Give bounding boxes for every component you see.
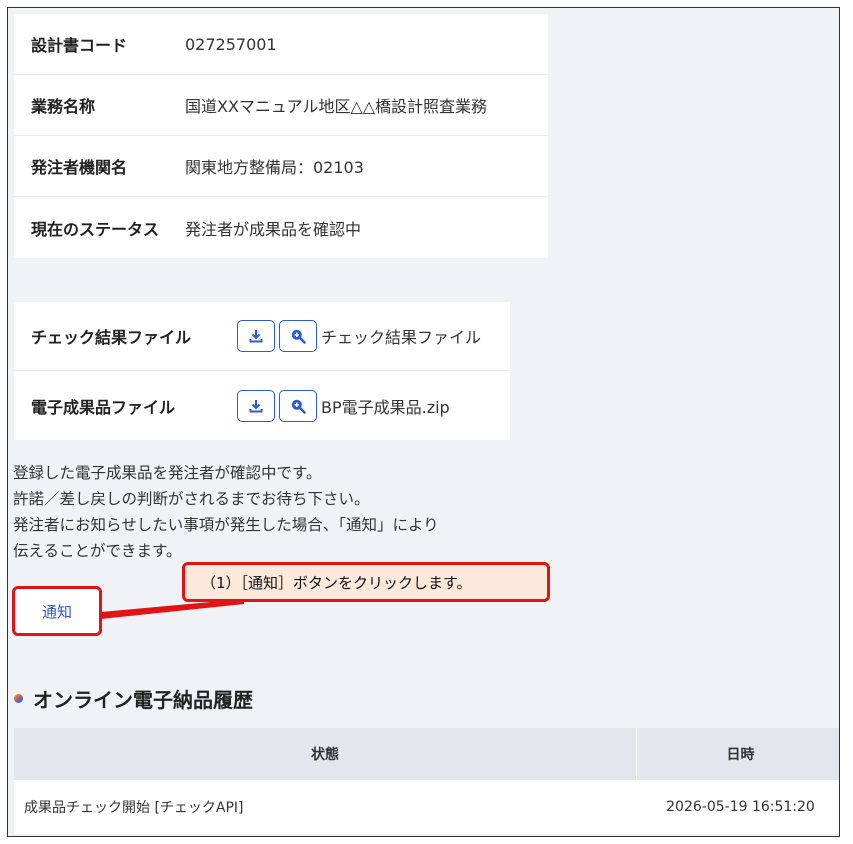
instruction-callout: （1）［通知］ボタンをクリックします。 xyxy=(182,562,550,602)
info-row-business-name: 業務名称 国道XXマニュアル地区△△橋設計照査業務 xyxy=(14,75,548,136)
page-frame: 設計書コード 027257001 業務名称 国道XXマニュアル地区△△橋設計照査… xyxy=(7,7,840,837)
info-value: 027257001 xyxy=(185,34,277,54)
info-label: 発注者機関名 xyxy=(31,158,128,177)
message-line: 許諾／差し戻しの判断がされるまでお待ち下さい。 xyxy=(13,490,370,508)
file-row-deliverable: 電子成果品ファイル BP電子成果品.zip xyxy=(14,371,510,440)
download-icon xyxy=(249,399,263,412)
message-line: 発注者にお知らせしたい事項が発生した場合、「通知」により xyxy=(13,516,439,534)
download-icon xyxy=(249,330,263,343)
info-row-orderer: 発注者機関名 関東地方整備局：02103 xyxy=(14,136,548,197)
download-button[interactable] xyxy=(237,320,275,352)
info-label: 設計書コード xyxy=(31,36,128,55)
history-header: 状態 日時 xyxy=(14,728,839,780)
file-row-check-result: チェック結果ファイル チェック結果ファイル xyxy=(14,302,510,371)
preview-button[interactable] xyxy=(279,320,317,352)
file-name: チェック結果ファイル xyxy=(321,328,482,347)
zoom-in-icon xyxy=(291,329,306,344)
info-label: 業務名称 xyxy=(31,97,96,116)
file-label: 電子成果品ファイル xyxy=(31,397,176,417)
info-table: 設計書コード 027257001 業務名称 国道XXマニュアル地区△△橋設計照査… xyxy=(14,14,548,258)
history-status-cell: 成果品チェック開始 [チェックAPI] xyxy=(24,800,244,816)
column-header-status: 状態 xyxy=(14,728,637,780)
info-label: 現在のステータス xyxy=(31,219,160,239)
notify-button[interactable]: 通知 xyxy=(12,586,102,636)
column-header-date: 日時 xyxy=(726,747,755,763)
message-line: 伝えることができます。 xyxy=(13,542,182,560)
info-row-status: 現在のステータス 発注者が成果品を確認中 xyxy=(14,197,548,258)
history-table: 状態 日時 成果品チェック開始 [チェックAPI] 2026-05-19 16:… xyxy=(14,728,839,834)
history-title: オンライン電子納品履歴 xyxy=(33,688,253,712)
zoom-in-icon xyxy=(291,399,306,414)
table-row: 成果品チェック開始 [チェックAPI] 2026-05-19 16:51:20 xyxy=(14,780,839,834)
download-button[interactable] xyxy=(237,389,275,422)
info-value: 関東地方整備局：02103 xyxy=(185,158,364,177)
info-row-design-code: 設計書コード 027257001 xyxy=(14,14,548,75)
preview-button[interactable] xyxy=(279,389,317,422)
file-name: BP電子成果品.zip xyxy=(321,397,450,417)
status-message: 登録した電子成果品を発注者が確認中です。 許諾／差し戻しの判断がされるまでお待ち… xyxy=(13,460,439,564)
files-table: チェック結果ファイル チェック結果ファイル 電子成果品ファイル BP電子成果品.… xyxy=(14,302,510,440)
status-dot-icon xyxy=(14,694,23,703)
history-date-cell: 2026-05-19 16:51:20 xyxy=(666,799,815,815)
message-line: 登録した電子成果品を発注者が確認中です。 xyxy=(13,464,322,482)
info-value: 発注者が成果品を確認中 xyxy=(185,219,362,239)
info-value: 国道XXマニュアル地区△△橋設計照査業務 xyxy=(185,97,488,116)
history-heading: オンライン電子納品履歴 xyxy=(14,684,253,713)
file-label: チェック結果ファイル xyxy=(31,328,192,347)
